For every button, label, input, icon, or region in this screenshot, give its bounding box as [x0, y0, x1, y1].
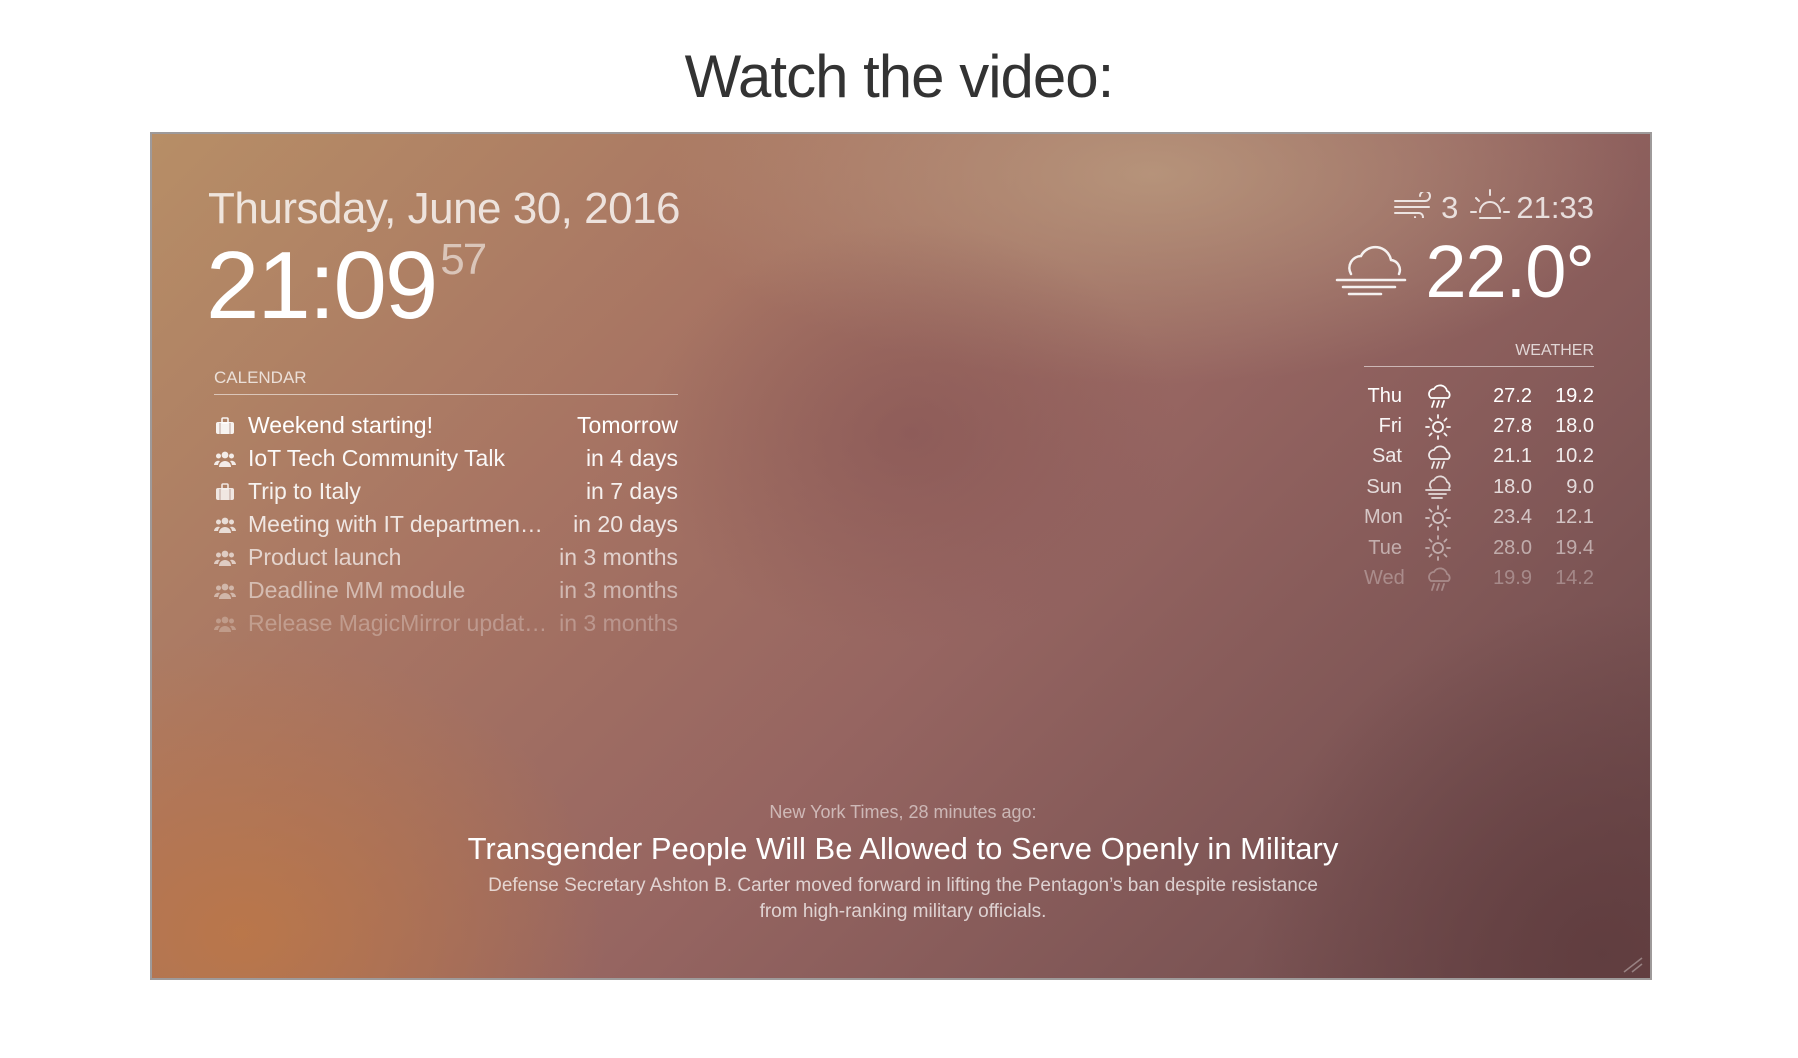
group-icon — [214, 450, 236, 468]
forecast-row: Thu 27.2 19.2 — [1364, 381, 1594, 411]
forecast-max-temp: 19.9 — [1493, 567, 1532, 590]
group-icon — [214, 615, 236, 633]
forecast-list: Thu 27.2 19.2 Fri 27.8 18.0 Sat 21.1 10.2 Sun 18.0… — [1364, 381, 1594, 594]
suitcase-icon — [214, 482, 236, 501]
forecast-max-temp: 27.8 — [1493, 415, 1532, 438]
forecast-day: Sat — [1371, 445, 1402, 468]
sunset-time: 21:33 — [1516, 190, 1594, 225]
calendar-event-title: Trip to Italy — [248, 478, 361, 504]
forecast-min-temp: 9.0 — [1566, 475, 1594, 498]
calendar-event: Release MagicMirror updat… in 3 months — [214, 607, 678, 640]
forecast-day: Mon — [1364, 506, 1403, 529]
fog-icon — [1335, 240, 1409, 303]
group-icon — [214, 549, 236, 567]
forecast-day: Wed — [1364, 567, 1405, 590]
sun-icon — [1402, 535, 1474, 562]
rain-icon — [1402, 383, 1474, 409]
rain-icon — [1402, 444, 1474, 470]
forecast-row: Sat 21.1 10.2 — [1364, 442, 1594, 472]
weather-wind-sunset: 3 21:33 — [1393, 186, 1594, 230]
forecast-day: Thu — [1367, 384, 1402, 407]
forecast-max-temp: 18.0 — [1493, 475, 1532, 498]
calendar-event-time: in 20 days — [573, 511, 678, 537]
sunset-icon — [1470, 186, 1511, 230]
forecast-min-temp: 19.4 — [1555, 536, 1594, 559]
date-display: Thursday, June 30, 2016 — [208, 184, 681, 233]
forecast-row: Mon 23.4 12.1 — [1364, 503, 1594, 533]
calendar-event: IoT Tech Community Talk in 4 days — [214, 442, 678, 475]
clock: 21:0957 — [206, 235, 487, 334]
calendar-event: Meeting with IT departmen… in 20 days — [214, 508, 678, 541]
forecast-day: Tue — [1368, 536, 1402, 559]
group-icon — [214, 582, 236, 600]
calendar-event-time: in 4 days — [585, 445, 678, 471]
calendar-event-time: in 3 months — [559, 544, 678, 570]
calendar-event: Deadline MM module in 3 months — [214, 574, 678, 607]
forecast-min-temp: 18.0 — [1555, 415, 1594, 438]
calendar-event-title: Deadline MM module — [248, 577, 466, 603]
calendar-event-list: Weekend starting! Tomorrow IoT Tech Commun… — [214, 409, 678, 640]
forecast-day: Sun — [1366, 475, 1402, 498]
wind-speed: 3 — [1441, 190, 1459, 225]
wind-icon — [1393, 190, 1435, 226]
forecast-row: Fri 27.8 18.0 — [1364, 411, 1594, 441]
current-temperature: 22.0° — [1425, 230, 1595, 313]
calendar-event: Weekend starting! Tomorrow — [214, 409, 678, 442]
forecast-row: Sun 18.0 9.0 — [1364, 472, 1594, 502]
calendar-event-title: Release MagicMirror updat… — [248, 610, 548, 636]
clock-time: 21:09 — [206, 232, 438, 339]
current-weather: 22.0° — [1335, 229, 1595, 314]
sun-icon — [1402, 413, 1474, 440]
calendar-module: CALENDAR Weekend starting! Tomorrow IoT Te… — [214, 368, 678, 640]
calendar-event: Trip to Italy in 7 days — [214, 475, 678, 508]
video-player[interactable]: Thursday, June 30, 2016 21:0957 CALENDAR… — [150, 132, 1652, 980]
suitcase-icon — [214, 416, 236, 435]
calendar-event-title: Meeting with IT departmen… — [248, 511, 543, 537]
calendar-event: Product launch in 3 months — [214, 541, 678, 574]
forecast-min-temp: 14.2 — [1555, 567, 1594, 590]
forecast-header: WEATHER — [1364, 342, 1594, 367]
page-heading: Watch the video: — [684, 43, 1115, 110]
forecast-module: WEATHER Thu 27.2 19.2 Fri 27.8 18.0 Sat 21.1 10.… — [1364, 342, 1594, 594]
forecast-max-temp: 21.1 — [1493, 445, 1532, 468]
calendar-event-time: in 7 days — [585, 478, 678, 504]
newsfeed-module: New York Times, 28 minutes ago: Transgen… — [152, 802, 1650, 925]
calendar-event-time: in 3 months — [559, 610, 678, 636]
forecast-min-temp: 12.1 — [1555, 506, 1594, 529]
clock-seconds: 57 — [440, 235, 487, 284]
forecast-max-temp: 27.2 — [1493, 384, 1532, 407]
fog-icon — [1402, 474, 1474, 500]
forecast-max-temp: 23.4 — [1493, 506, 1532, 529]
news-description: Defense Secretary Ashton B. Carter moved… — [488, 875, 1318, 922]
calendar-event-time: Tomorrow — [577, 412, 678, 438]
forecast-max-temp: 28.0 — [1493, 536, 1532, 559]
calendar-event-title: Weekend starting! — [248, 412, 433, 438]
resize-corner-icon — [1618, 954, 1644, 974]
forecast-day: Fri — [1378, 415, 1402, 438]
group-icon — [214, 516, 236, 534]
news-source: New York Times, 28 minutes ago: — [769, 802, 1037, 822]
calendar-event-title: IoT Tech Community Talk — [248, 445, 505, 471]
calendar-event-time: in 3 months — [559, 577, 678, 603]
news-headline: Transgender People Will Be Allowed to Se… — [467, 831, 1339, 866]
forecast-min-temp: 19.2 — [1555, 384, 1594, 407]
calendar-header: CALENDAR — [214, 368, 678, 395]
calendar-event-title: Product launch — [248, 544, 402, 570]
rain-icon — [1402, 566, 1474, 592]
forecast-row: Wed 19.9 14.2 — [1364, 563, 1594, 593]
sun-icon — [1402, 504, 1474, 531]
forecast-min-temp: 10.2 — [1555, 445, 1594, 468]
forecast-row: Tue 28.0 19.4 — [1364, 533, 1594, 563]
